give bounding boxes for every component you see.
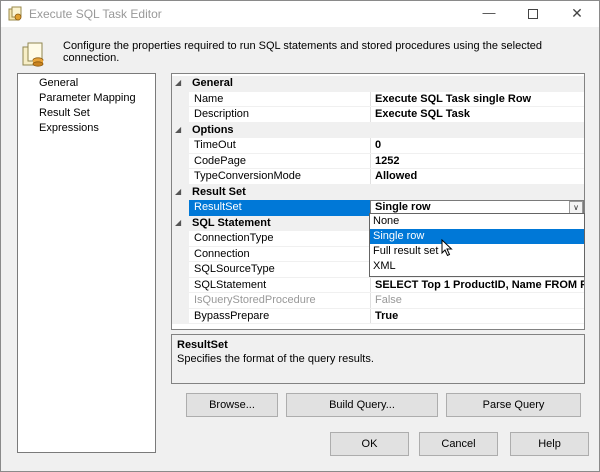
property-name: SQLSourceType	[194, 263, 275, 275]
property-name: Connection	[194, 247, 250, 260]
chevron-down-icon: ∨	[573, 203, 579, 212]
property-row-timeout[interactable]: TimeOut 0	[172, 138, 584, 154]
property-description-panel: ResultSet Specifies the format of the qu…	[171, 334, 585, 384]
property-value[interactable]: 0	[375, 139, 381, 151]
property-row-isquerystoredprocedure[interactable]: IsQueryStoredProcedure False	[172, 293, 584, 309]
nav-item-result-set[interactable]: Result Set	[18, 106, 155, 121]
category-label: SQL Statement	[192, 216, 271, 229]
property-grid: ◢ General Name Execute SQL Task single R…	[171, 73, 585, 330]
property-value[interactable]: True	[375, 310, 398, 322]
property-row-name[interactable]: Name Execute SQL Task single Row	[172, 91, 584, 107]
property-value[interactable]: 1252	[375, 155, 399, 167]
minimize-icon: —	[482, 5, 496, 20]
resultset-dropdown-list: None Single row Full result set XML	[369, 213, 585, 277]
property-name: ResultSet	[194, 201, 242, 213]
property-value[interactable]: Execute SQL Task single Row	[375, 93, 531, 105]
category-result-set[interactable]: ◢ Result Set	[172, 184, 584, 200]
execute-sql-task-editor-window: Execute SQL Task Editor — ✕ Configure th…	[0, 0, 600, 472]
cancel-button[interactable]: Cancel	[419, 432, 498, 456]
title-bar[interactable]: Execute SQL Task Editor — ✕	[1, 1, 599, 27]
property-name: ConnectionType	[194, 232, 274, 244]
nav-item-expressions[interactable]: Expressions	[18, 121, 155, 136]
category-options[interactable]: ◢ Options	[172, 122, 584, 138]
ssis-task-icon	[8, 6, 22, 21]
property-name: Name	[194, 92, 224, 105]
parse-query-button[interactable]: Parse Query	[446, 393, 581, 417]
help-button[interactable]: Help	[510, 432, 589, 456]
property-name: Description	[194, 108, 250, 120]
dropdown-option-full-result-set[interactable]: Full result set	[370, 244, 584, 259]
collapse-icon[interactable]: ◢	[175, 187, 181, 196]
window-title: Execute SQL Task Editor	[29, 7, 162, 21]
property-name: IsQueryStoredProcedure	[194, 294, 316, 306]
property-row-description[interactable]: Description Execute SQL Task	[172, 107, 584, 123]
property-value[interactable]: Single row	[375, 201, 431, 213]
description-title: ResultSet	[177, 339, 228, 351]
ok-button[interactable]: OK	[330, 432, 409, 456]
description-text: Specifies the format of the query result…	[177, 353, 374, 365]
property-name: BypassPrepare	[194, 309, 270, 322]
property-name: TypeConversionMode	[194, 170, 302, 182]
category-label: Options	[192, 123, 234, 136]
dropdown-option-xml[interactable]: XML	[370, 259, 584, 274]
property-row-codepage[interactable]: CodePage 1252	[172, 153, 584, 169]
header-description: Configure the properties required to run…	[63, 40, 542, 64]
collapse-icon[interactable]: ◢	[175, 218, 181, 227]
maximize-icon	[528, 8, 538, 19]
category-label: Result Set	[192, 185, 246, 198]
property-value[interactable]: Execute SQL Task	[375, 108, 470, 120]
nav-item-parameter-mapping[interactable]: Parameter Mapping	[18, 91, 155, 106]
dropdown-option-single-row[interactable]: Single row	[370, 229, 584, 244]
dropdown-option-none[interactable]: None	[370, 214, 584, 229]
collapse-icon[interactable]: ◢	[175, 125, 181, 134]
property-value: False	[375, 294, 402, 306]
close-icon: ✕	[571, 5, 583, 21]
maximize-button[interactable]	[511, 1, 555, 27]
category-general[interactable]: ◢ General	[172, 76, 584, 92]
browse-button[interactable]: Browse...	[186, 393, 278, 417]
property-row-bypassprepare[interactable]: BypassPrepare True	[172, 308, 584, 324]
property-value[interactable]: SELECT Top 1 ProductID, Name FROM Produc…	[375, 279, 584, 291]
property-name: CodePage	[194, 154, 246, 167]
property-row-typeconversionmode[interactable]: TypeConversionMode Allowed	[172, 169, 584, 185]
close-button[interactable]: ✕	[555, 1, 599, 27]
page-navigation-list: General Parameter Mapping Result Set Exp…	[17, 73, 156, 453]
property-value[interactable]: Allowed	[375, 170, 417, 182]
collapse-icon[interactable]: ◢	[175, 78, 181, 87]
property-name: SQLStatement	[194, 278, 267, 291]
category-label: General	[192, 77, 233, 89]
minimize-button[interactable]: —	[467, 1, 511, 27]
property-row-sqlstatement[interactable]: SQLStatement SELECT Top 1 ProductID, Nam…	[172, 277, 584, 293]
nav-item-general[interactable]: General	[18, 76, 155, 91]
build-query-button[interactable]: Build Query...	[286, 393, 438, 417]
task-editor-icon	[22, 42, 44, 67]
mouse-cursor-icon	[441, 239, 453, 257]
property-name: TimeOut	[194, 139, 236, 151]
